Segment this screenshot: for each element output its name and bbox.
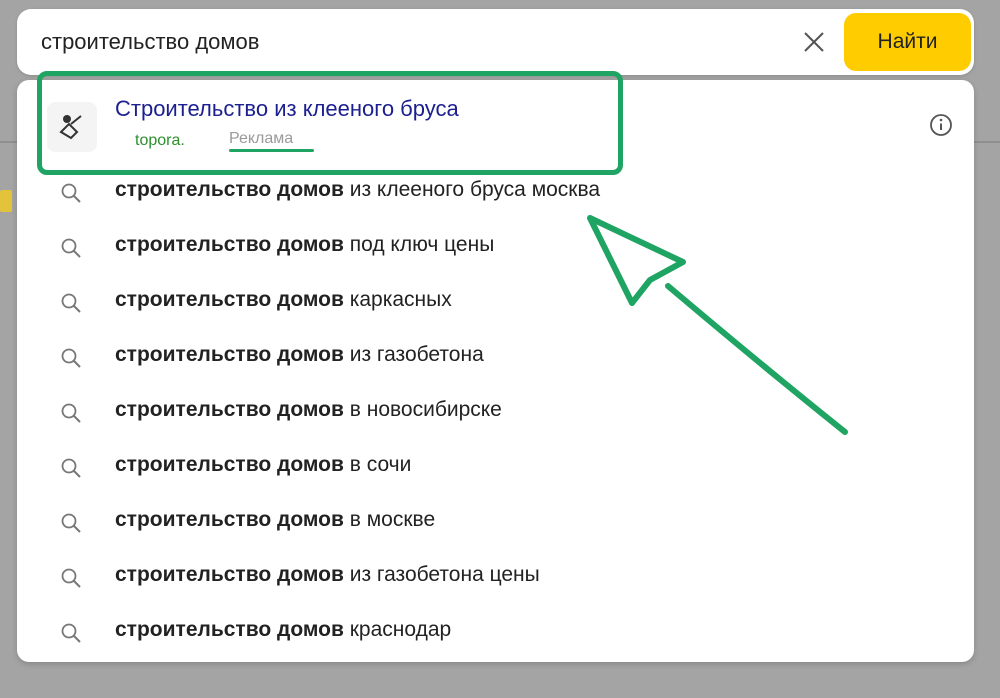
annotation-highlight bbox=[37, 71, 623, 175]
suggestion-item[interactable]: строительство домов в москве bbox=[17, 495, 974, 550]
search-icon bbox=[61, 293, 81, 313]
suggestion-completion: под ключ цены bbox=[343, 233, 495, 256]
suggestion-item[interactable]: строительство домов в новосибирске bbox=[17, 385, 974, 440]
suggestion-item[interactable]: строительство домов каркасных bbox=[17, 275, 974, 330]
find-button[interactable]: Найти bbox=[844, 13, 971, 71]
suggestion-completion: каркасных bbox=[343, 288, 452, 311]
suggestion-completion: из газобетона цены bbox=[343, 563, 540, 586]
suggestion-completion: в москве bbox=[343, 508, 436, 531]
suggestion-completion: в новосибирске bbox=[343, 398, 502, 421]
suggestion-query-bold: строительство домов bbox=[115, 508, 344, 531]
search-icon bbox=[61, 458, 81, 478]
search-icon bbox=[61, 183, 81, 203]
close-icon[interactable] bbox=[797, 25, 831, 59]
suggestion-text: строительство домов из газобетона цены bbox=[115, 563, 540, 587]
search-icon bbox=[61, 238, 81, 258]
suggestion-completion: из клееного бруса москва bbox=[343, 178, 601, 201]
suggestion-item[interactable]: строительство домов из газобетона цены bbox=[17, 550, 974, 605]
annotation-underline bbox=[229, 149, 314, 152]
suggestion-text: строительство домов из газобетона bbox=[115, 343, 484, 367]
suggestion-item[interactable]: строительство домов краснодар bbox=[17, 605, 974, 660]
suggestion-item[interactable]: строительство домов под ключ цены bbox=[17, 220, 974, 275]
suggestion-query-bold: строительство домов bbox=[115, 178, 344, 201]
suggestion-query-bold: строительство домов bbox=[115, 288, 344, 311]
search-icon bbox=[61, 568, 81, 588]
info-icon[interactable] bbox=[929, 113, 953, 137]
suggestion-query-bold: строительство домов bbox=[115, 343, 344, 366]
search-input[interactable] bbox=[41, 26, 761, 58]
suggestion-text: строительство домов каркасных bbox=[115, 288, 452, 312]
suggestion-text: строительство домов под ключ цены bbox=[115, 233, 494, 257]
search-bar: Найти bbox=[17, 9, 974, 75]
search-icon bbox=[61, 348, 81, 368]
suggestion-query-bold: строительство домов bbox=[115, 453, 344, 476]
suggestion-text: строительство домов краснодар bbox=[115, 618, 451, 642]
suggestion-text: строительство домов в новосибирске bbox=[115, 398, 502, 422]
search-icon bbox=[61, 623, 81, 643]
suggestion-item[interactable]: строительство домов в сочи bbox=[17, 440, 974, 495]
suggestion-item[interactable]: строительство домов из газобетона bbox=[17, 330, 974, 385]
clear-button[interactable] bbox=[797, 25, 831, 59]
suggestion-query-bold: строительство домов bbox=[115, 398, 344, 421]
suggestion-completion: из газобетона bbox=[343, 343, 484, 366]
suggestion-query-bold: строительство домов bbox=[115, 233, 344, 256]
suggestion-query-bold: строительство домов bbox=[115, 563, 344, 586]
suggestion-completion: краснодар bbox=[343, 618, 452, 641]
suggestion-text: строительство домов в москве bbox=[115, 508, 435, 532]
suggestion-text: строительство домов в сочи bbox=[115, 453, 411, 477]
background-fragment bbox=[0, 190, 12, 212]
search-icon bbox=[61, 513, 81, 533]
suggestion-completion: в сочи bbox=[343, 453, 412, 476]
suggestion-text: строительство домов из клееного бруса мо… bbox=[115, 178, 600, 202]
search-icon bbox=[61, 403, 81, 423]
suggestion-query-bold: строительство домов bbox=[115, 618, 344, 641]
